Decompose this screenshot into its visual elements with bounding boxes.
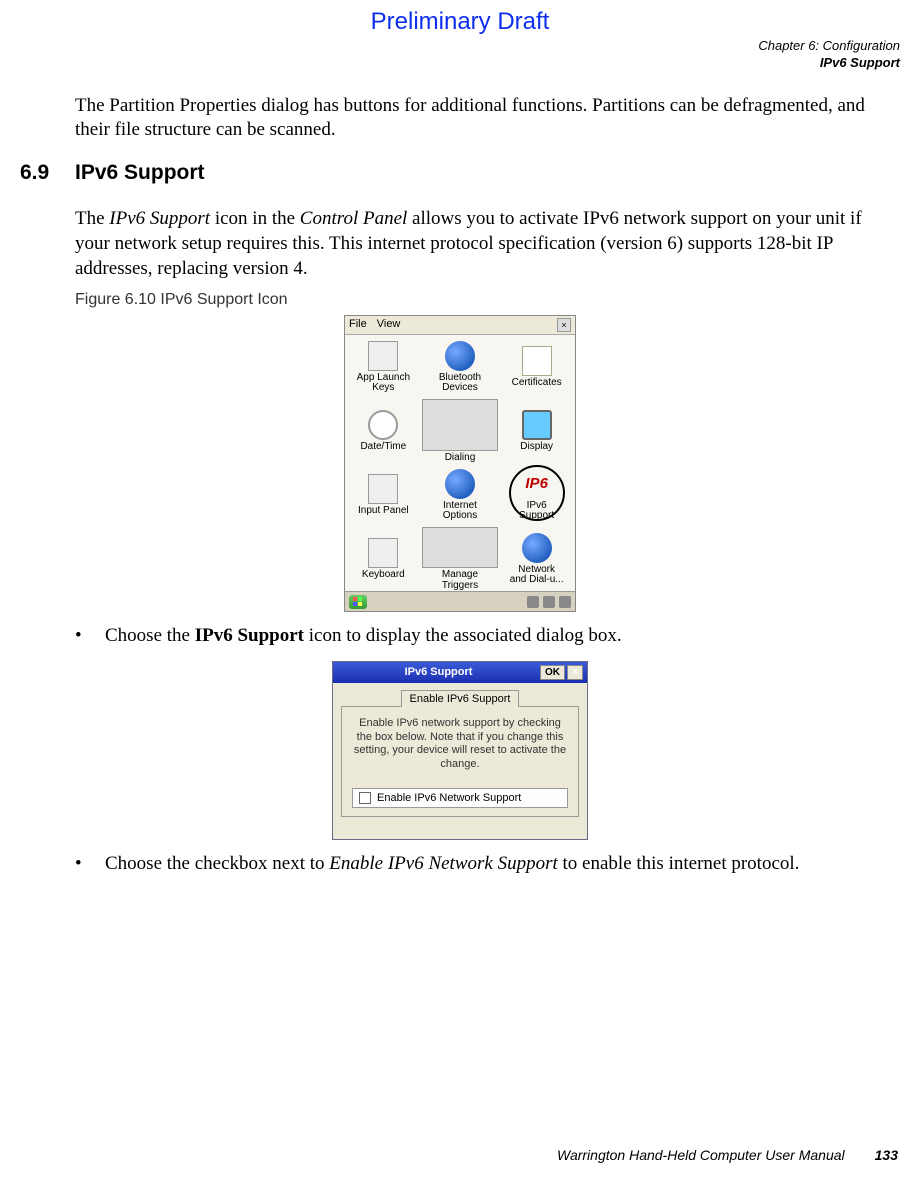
cp-item-certificates[interactable]: Certificates [498, 335, 575, 399]
start-button[interactable] [349, 595, 367, 609]
tray-icon[interactable] [527, 596, 539, 608]
b2c: to enable this internet protocol. [558, 853, 800, 874]
p2b: IPv6 Support [109, 208, 210, 229]
triggers-icon [422, 527, 499, 568]
cp-label: Date/Time [360, 442, 406, 453]
cp-item-keyboard[interactable]: Keyboard [345, 527, 422, 591]
dialog-titlebar: IPv6 Support OK × [333, 662, 587, 683]
ipv6-icon: IP6 [522, 469, 552, 499]
keyboard-icon [368, 474, 398, 504]
ipv6-support-dialog: IPv6 Support OK × Enable IPv6 Support En… [332, 661, 588, 840]
preliminary-draft-banner: Preliminary Draft [20, 8, 900, 36]
tab-enable-ipv6[interactable]: Enable IPv6 Support [401, 690, 520, 707]
cp-label: App LaunchKeys [357, 373, 410, 394]
section-heading: 6.9 IPv6 Support [20, 161, 900, 185]
taskbar [345, 591, 575, 611]
page-footer: Warrington Hand-Held Computer User Manua… [0, 1147, 920, 1163]
page-header: Chapter 6: Configuration IPv6 Support [20, 38, 900, 72]
section-paragraph: The IPv6 Support icon in the Control Pan… [75, 207, 900, 281]
windows-icon [353, 597, 363, 607]
clock-icon [368, 410, 398, 440]
instruction-bullet-2: • Choose the checkbox next to Enable IPv… [75, 852, 900, 877]
instruction-bullet-1: • Choose the IPv6 Support icon to displa… [75, 624, 900, 649]
b2b: Enable IPv6 Network Support [329, 853, 558, 874]
globe-icon [445, 469, 475, 499]
b1a: Choose the [105, 625, 195, 646]
cp-item-input-panel[interactable]: Input Panel [345, 463, 422, 527]
cp-label: Input Panel [358, 506, 409, 517]
certificate-icon [522, 346, 552, 376]
cp-item-manage-triggers[interactable]: ManageTriggers [422, 527, 499, 591]
b1c: icon to display the associated dialog bo… [304, 625, 622, 646]
keys-icon [368, 341, 398, 371]
cp-label: InternetOptions [443, 501, 477, 522]
cp-item-bluetooth[interactable]: BluetoothDevices [422, 335, 499, 399]
bluetooth-icon [445, 341, 475, 371]
bullet-marker: • [75, 624, 105, 649]
cp-label: BluetoothDevices [439, 373, 481, 394]
cp-item-app-launch-keys[interactable]: App LaunchKeys [345, 335, 422, 399]
dialog-title-text: IPv6 Support [337, 666, 540, 678]
cp-item-ipv6-support[interactable]: IP6 IPv6Support [498, 463, 575, 527]
menu-view[interactable]: View [377, 318, 401, 332]
network-icon [522, 533, 552, 563]
cp-item-datetime[interactable]: Date/Time [345, 399, 422, 463]
control-panel-menubar: File View × [345, 316, 575, 335]
enable-ipv6-checkbox-row[interactable]: Enable IPv6 Network Support [352, 788, 568, 808]
cp-label: Keyboard [362, 570, 405, 581]
p2d: Control Panel [300, 208, 408, 229]
tray-icon[interactable] [559, 596, 571, 608]
footer-page-number: 133 [875, 1147, 898, 1163]
intro-paragraph: The Partition Properties dialog has butt… [75, 94, 900, 143]
cp-label: Certificates [512, 378, 562, 389]
p2c: icon in the [210, 208, 300, 229]
tray-icon[interactable] [543, 596, 555, 608]
header-section: IPv6 Support [20, 55, 900, 72]
dialog-panel: Enable IPv6 network support by checking … [341, 706, 579, 817]
section-number: 6.9 [20, 161, 75, 185]
cp-label: ManageTriggers [442, 570, 478, 591]
b1b: IPv6 Support [195, 625, 304, 646]
cp-item-display[interactable]: Display [498, 399, 575, 463]
cp-item-dialing[interactable]: Dialing [422, 399, 499, 463]
figure-caption: Figure 6.10 IPv6 Support Icon [75, 291, 900, 309]
checkbox-label: Enable IPv6 Network Support [377, 792, 521, 804]
checkbox-icon[interactable] [359, 792, 371, 804]
close-icon[interactable]: × [567, 665, 583, 680]
menu-file[interactable]: File [349, 318, 367, 332]
p2a: The [75, 208, 109, 229]
phone-icon [422, 399, 499, 451]
cp-item-internet-options[interactable]: InternetOptions [422, 463, 499, 527]
cp-label: IPv6Support [519, 501, 554, 522]
cp-label: Dialing [445, 453, 476, 464]
header-chapter: Chapter 6: Configuration [20, 38, 900, 55]
control-panel-window: File View × App LaunchKeys BluetoothDevi… [344, 315, 576, 612]
section-title: IPv6 Support [75, 161, 205, 185]
display-icon [522, 410, 552, 440]
bullet-marker: • [75, 852, 105, 877]
keyboard-icon [368, 538, 398, 568]
cp-label: Display [520, 442, 553, 453]
dialog-description: Enable IPv6 network support by checking … [352, 717, 568, 772]
ok-button[interactable]: OK [540, 665, 565, 680]
cp-label: Networkand Dial-u... [510, 565, 564, 586]
b2a: Choose the checkbox next to [105, 853, 329, 874]
ipv6-icon-text: IP6 [522, 469, 552, 499]
close-icon[interactable]: × [557, 318, 571, 332]
footer-manual-title: Warrington Hand-Held Computer User Manua… [557, 1147, 845, 1163]
cp-item-network[interactable]: Networkand Dial-u... [498, 527, 575, 591]
